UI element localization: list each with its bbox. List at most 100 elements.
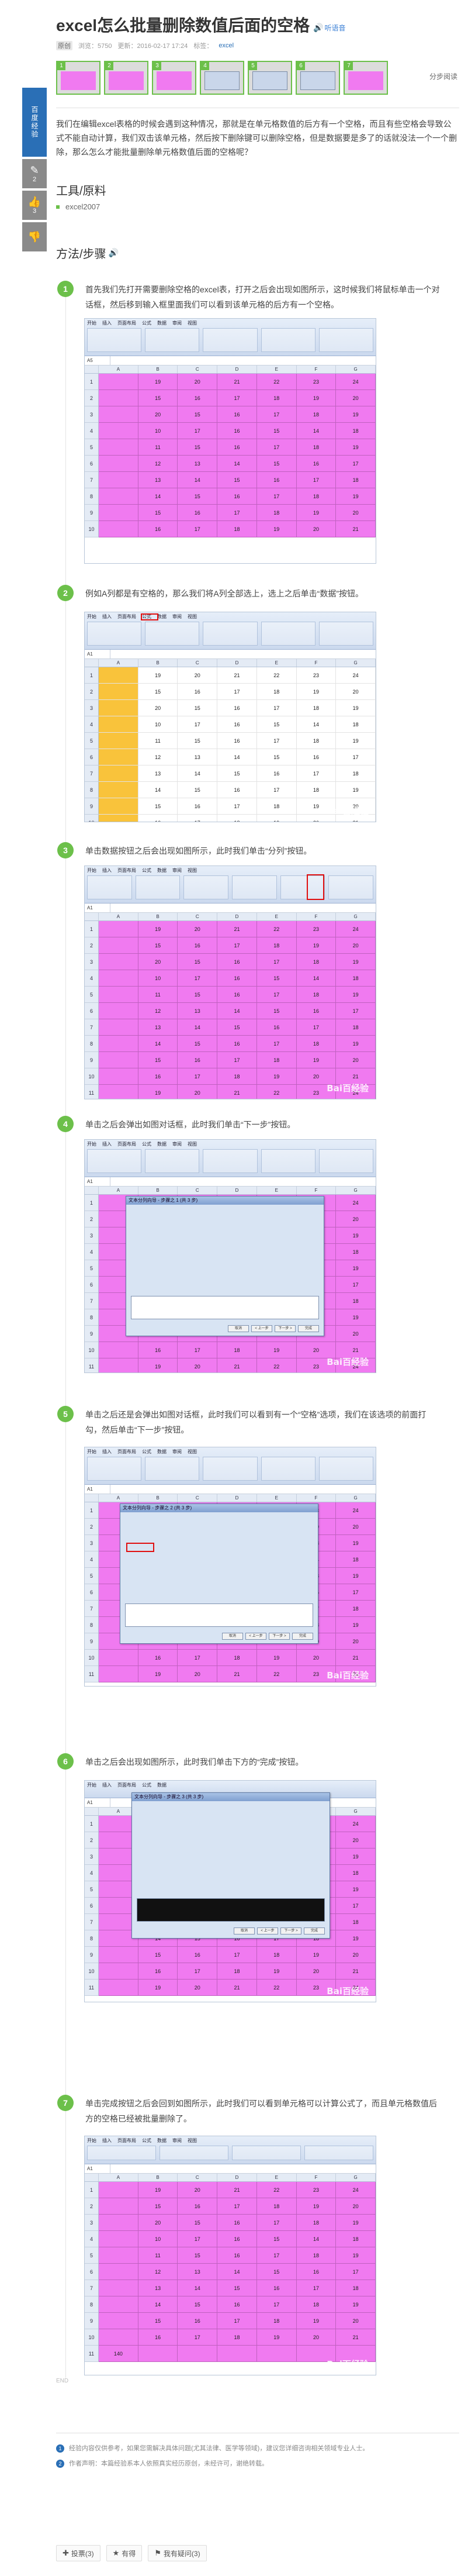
table-cell[interactable]: 19 (256, 1963, 297, 1980)
table-cell[interactable]: 17 (178, 1650, 218, 1666)
step-thumbnail[interactable]: 3 (152, 61, 196, 95)
row-header[interactable]: 8 (85, 1617, 99, 1633)
table-cell[interactable]: 16 (256, 765, 297, 782)
table-cell[interactable] (99, 716, 138, 733)
table-cell[interactable]: 16 (296, 749, 337, 765)
table-cell[interactable]: 18 (256, 684, 297, 700)
table-cell[interactable]: 14 (178, 2280, 218, 2296)
table-cell[interactable] (99, 700, 138, 716)
table-cell[interactable]: 18 (256, 390, 297, 406)
table-cell[interactable]: 15 (217, 2280, 257, 2296)
table-cell[interactable]: 22 (256, 1085, 297, 1099)
table-cell[interactable]: 18 (217, 521, 257, 537)
table-cell[interactable]: 20 (336, 2313, 376, 2329)
table-cell[interactable]: 10 (138, 2231, 178, 2247)
table-cell[interactable]: 18 (296, 488, 337, 505)
table-cell[interactable]: 15 (217, 1019, 257, 1036)
table-cell[interactable]: 19 (336, 954, 376, 970)
row-header[interactable]: 4 (85, 1551, 99, 1568)
table-cell[interactable]: 19 (256, 1068, 297, 1085)
table-cell[interactable]: 19 (336, 700, 376, 716)
like-button[interactable]: 👍 3 (22, 191, 47, 220)
table-cell[interactable]: 22 (256, 1666, 297, 1682)
table-cell[interactable]: 16 (138, 2329, 178, 2346)
row-header[interactable]: 7 (85, 2280, 99, 2296)
table-cell[interactable]: 16 (178, 505, 218, 521)
table-cell[interactable]: 15 (256, 423, 297, 439)
column-header[interactable]: C (178, 365, 218, 373)
table-cell[interactable]: 19 (296, 505, 337, 521)
table-cell[interactable]: 18 (256, 505, 297, 521)
table-cell[interactable]: 20 (138, 700, 178, 716)
table-cell[interactable]: 15 (178, 1036, 218, 1052)
dislike-button[interactable]: 👎 (22, 222, 47, 251)
next-button[interactable]: 下一步 > (275, 1325, 296, 1332)
table-cell[interactable]: 19 (138, 1085, 178, 1099)
step-reading-link[interactable]: 分步阅读 (429, 71, 457, 81)
table-cell[interactable]: 20 (336, 1832, 376, 1849)
table-cell[interactable]: 18 (256, 1052, 297, 1068)
step-thumbnail[interactable]: 5 (248, 61, 292, 95)
table-cell[interactable]: 18 (217, 1650, 257, 1666)
table-cell[interactable]: 16 (217, 1036, 257, 1052)
column-header[interactable]: B (138, 1187, 178, 1194)
table-cell[interactable]: 19 (336, 2215, 376, 2231)
table-cell[interactable]: 23 (296, 921, 337, 937)
column-header[interactable]: B (138, 365, 178, 373)
row-header[interactable]: 5 (85, 1881, 99, 1898)
table-cell[interactable]: 17 (296, 2280, 337, 2296)
table-cell[interactable]: 18 (296, 406, 337, 423)
table-cell[interactable]: 16 (217, 954, 257, 970)
table-cell[interactable]: 17 (256, 987, 297, 1003)
row-header[interactable]: 10 (85, 1650, 99, 1666)
row-header[interactable]: 10 (85, 1342, 99, 1358)
table-cell[interactable] (99, 1358, 138, 1373)
table-cell[interactable] (99, 970, 138, 987)
table-cell[interactable]: 21 (336, 521, 376, 537)
column-header[interactable]: E (257, 913, 297, 920)
cancel-button[interactable]: 取消 (234, 1927, 255, 1934)
row-header[interactable]: 5 (85, 1260, 99, 1277)
table-cell[interactable]: 15 (256, 456, 297, 472)
column-header[interactable]: B (138, 2174, 178, 2181)
table-cell[interactable]: 16 (178, 937, 218, 954)
table-cell[interactable]: 16 (138, 1650, 178, 1666)
table-cell[interactable]: 17 (217, 505, 257, 521)
row-header[interactable]: 10 (85, 1068, 99, 1085)
table-cell[interactable]: 17 (256, 406, 297, 423)
vote-button[interactable]: ✚ 投票(3) (56, 2545, 100, 2561)
table-cell[interactable]: 20 (178, 921, 218, 937)
table-cell[interactable]: 18 (336, 1601, 376, 1617)
column-header[interactable]: D (217, 2174, 257, 2181)
back-button[interactable]: < 上一步 (257, 1927, 278, 1934)
floating-sidebar-title[interactable]: 百度经验 (22, 88, 47, 157)
row-header[interactable]: 7 (85, 1601, 99, 1617)
table-cell[interactable]: 15 (138, 798, 178, 815)
table-cell[interactable]: 15 (178, 733, 218, 749)
table-cell[interactable]: 17 (178, 1963, 218, 1980)
table-cell[interactable]: 21 (217, 1358, 257, 1373)
table-cell[interactable]: 15 (256, 970, 297, 987)
table-cell[interactable]: 17 (336, 456, 376, 472)
table-cell[interactable]: 20 (178, 667, 218, 684)
table-cell[interactable]: 19 (296, 937, 337, 954)
table-cell[interactable]: 19 (336, 733, 376, 749)
table-cell[interactable]: 17 (336, 2264, 376, 2280)
row-header[interactable]: 7 (85, 1019, 99, 1036)
table-cell[interactable]: 17 (178, 970, 218, 987)
table-cell[interactable]: 15 (178, 406, 218, 423)
table-cell[interactable] (99, 954, 138, 970)
row-header[interactable]: 6 (85, 1898, 99, 1914)
table-cell[interactable]: 12 (138, 1003, 178, 1019)
row-header[interactable]: 8 (85, 2296, 99, 2313)
table-cell[interactable]: 15 (178, 439, 218, 456)
table-cell[interactable]: 10 (138, 716, 178, 733)
column-header[interactable]: E (257, 1187, 297, 1194)
table-cell[interactable]: 17 (178, 2231, 218, 2247)
speaker-icon[interactable]: 🔊 (109, 248, 119, 258)
table-cell[interactable]: 15 (178, 488, 218, 505)
table-cell[interactable]: 17 (178, 2329, 218, 2346)
table-cell[interactable]: 21 (336, 2329, 376, 2346)
table-cell[interactable]: 15 (138, 684, 178, 700)
table-cell[interactable]: 14 (178, 472, 218, 488)
